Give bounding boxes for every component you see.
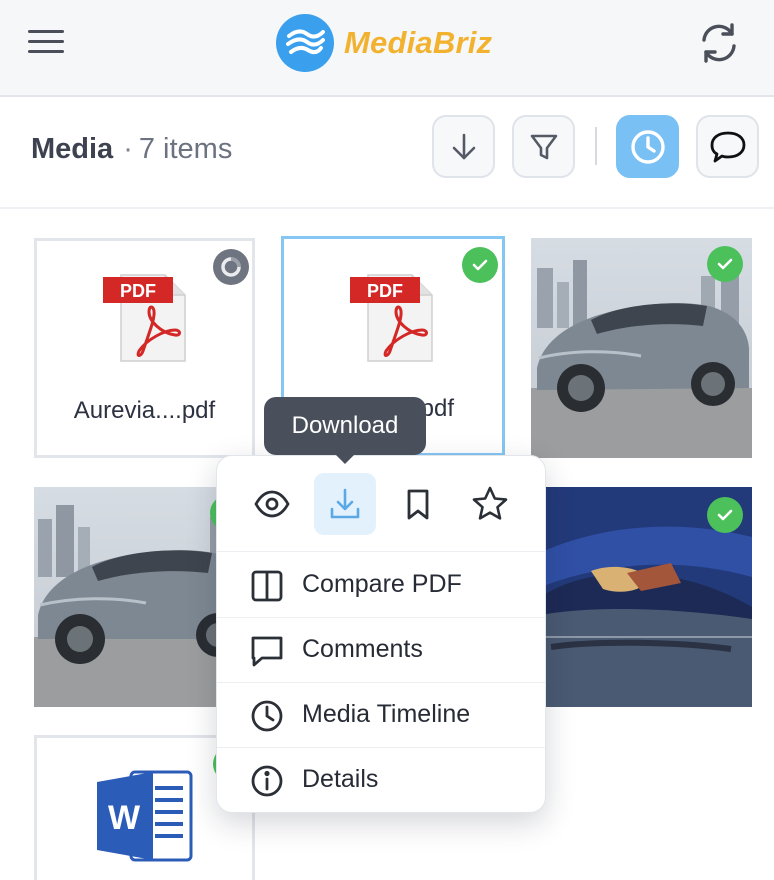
page-title: Media · 7 items — [31, 133, 232, 166]
columns-icon — [251, 570, 283, 602]
context-quick-actions — [217, 456, 545, 552]
loading-icon — [213, 249, 249, 285]
menu-item-compare-pdf[interactable]: Compare PDF — [217, 553, 545, 618]
word-badge: W — [108, 799, 141, 837]
hamburger-icon[interactable] — [28, 28, 64, 56]
filter-icon — [530, 134, 557, 159]
refresh-icon[interactable] — [696, 20, 742, 66]
title-separator: · — [123, 133, 133, 165]
arrow-down-icon — [452, 133, 475, 159]
bookmark-icon — [407, 489, 429, 520]
item-count: 7 items — [138, 133, 233, 165]
media-context-menu: Compare PDF Comments Media Timeline Deta… — [216, 455, 546, 813]
download-tooltip: Download — [264, 397, 426, 464]
brand-name: MediaBriz — [344, 25, 493, 60]
menu-item-label: Compare PDF — [302, 570, 462, 598]
download-icon — [330, 488, 360, 519]
filter-button[interactable] — [512, 115, 575, 178]
check-icon — [707, 497, 743, 533]
title-label: Media — [31, 133, 114, 165]
pdf-badge: PDF — [367, 281, 403, 301]
download-button[interactable] — [314, 473, 376, 535]
file-name: Aurevia....pdf — [73, 397, 216, 424]
menu-item-details[interactable]: Details — [217, 748, 545, 812]
brand-logo-icon — [276, 14, 334, 72]
pdf-file-icon: PDF — [350, 274, 433, 362]
pdf-badge: PDF — [120, 281, 156, 301]
preview-button[interactable] — [241, 473, 303, 535]
menu-item-comments[interactable]: Comments — [217, 618, 545, 683]
eye-icon — [254, 490, 290, 518]
clock-icon — [251, 700, 283, 732]
chat-bubble-icon — [251, 636, 283, 667]
pdf-file-icon: PDF — [103, 274, 186, 362]
menu-item-media-timeline[interactable]: Media Timeline — [217, 683, 545, 748]
clock-icon — [630, 129, 665, 164]
star-icon — [472, 486, 508, 520]
menu-item-label: Media Timeline — [302, 700, 471, 728]
word-file-icon: W — [97, 770, 193, 862]
favorite-button[interactable] — [459, 473, 521, 535]
toolbar-divider — [595, 127, 597, 165]
check-icon — [707, 246, 743, 282]
timeline-button[interactable] — [616, 115, 679, 178]
brand: MediaBriz — [276, 14, 492, 72]
media-toolbar: Media · 7 items — [0, 97, 774, 209]
menu-item-label: Details — [302, 765, 379, 793]
check-icon — [462, 247, 498, 283]
chat-bubble-icon — [710, 131, 745, 162]
info-icon — [251, 765, 283, 797]
media-tile-photo[interactable] — [531, 487, 752, 707]
app-header: MediaBriz — [0, 0, 774, 97]
bookmark-button[interactable] — [387, 473, 449, 535]
menu-item-label: Comments — [302, 635, 423, 663]
download-all-button[interactable] — [432, 115, 495, 178]
media-tile-pdf[interactable]: PDF Aurevia....pdf — [34, 238, 255, 458]
media-tile-photo[interactable] — [531, 238, 752, 458]
comments-button[interactable] — [696, 115, 759, 178]
